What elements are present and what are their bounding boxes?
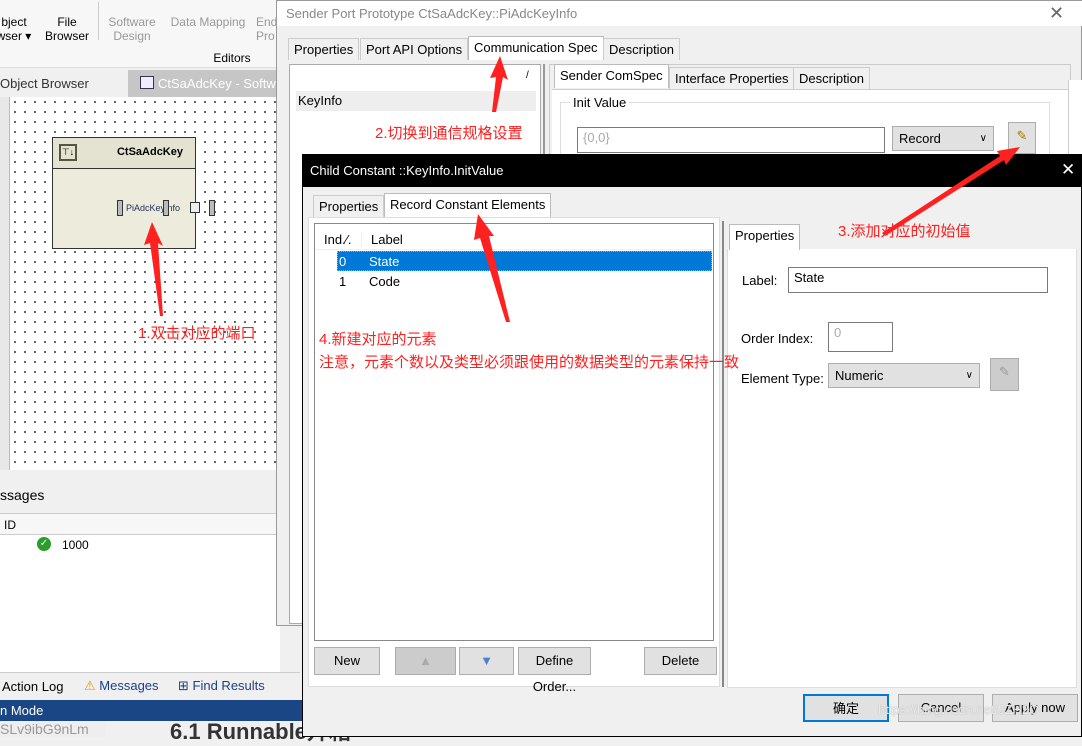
arrow-step4: [474, 214, 510, 322]
arrow-step1: [144, 222, 163, 316]
annotation-step4-line2: 注意，元素个数以及类型必须跟使用的数据类型的元素保持一致: [319, 354, 740, 371]
annotation-step1: 1.双击对应的端口: [138, 325, 256, 342]
annotation-step3: 3.添加对应的初始值: [838, 223, 971, 240]
annotation-step2: 2.切换到通信规格设置: [375, 125, 523, 142]
arrow-step2: [490, 56, 508, 112]
annotation-step4-line1: 4.新建对应的元素: [319, 331, 437, 348]
